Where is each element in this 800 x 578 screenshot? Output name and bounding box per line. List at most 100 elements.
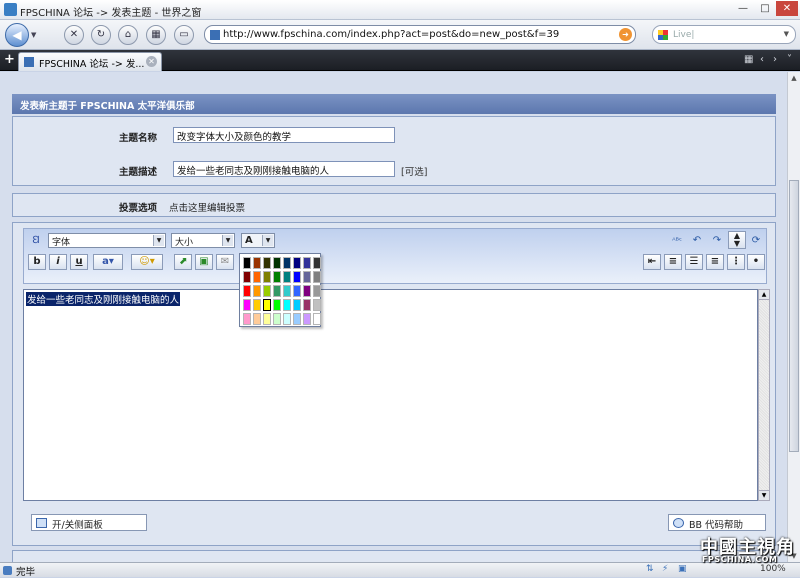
go-icon[interactable]: ➜ <box>619 28 632 41</box>
color-swatch[interactable] <box>263 313 271 325</box>
color-swatch[interactable] <box>243 285 251 297</box>
scroll-up-icon[interactable]: ▲ <box>759 290 769 300</box>
edit-poll-link[interactable]: 点击这里编辑投票 <box>169 200 245 214</box>
color-swatch[interactable] <box>313 257 321 269</box>
color-swatch[interactable] <box>283 285 291 297</box>
color-swatch[interactable] <box>303 271 311 283</box>
tab-list-icon[interactable]: ▦ <box>744 54 753 65</box>
color-swatch[interactable] <box>273 257 281 269</box>
size-select[interactable]: 大小 ▼ <box>171 233 235 248</box>
selected-text[interactable]: 发给一些老同志及刚刚接触电脑的人 <box>26 292 181 306</box>
emoticon-button[interactable]: ☺▾ <box>131 254 163 270</box>
insert-email-icon[interactable]: ✉ <box>216 254 234 270</box>
font-select[interactable]: 字体 ▼ <box>48 233 166 248</box>
tab-menu-chevron-icon[interactable]: ˅ <box>787 54 792 65</box>
close-tab-icon[interactable]: ✕ <box>146 56 157 67</box>
color-swatch[interactable] <box>313 271 321 283</box>
color-swatch[interactable] <box>243 271 251 283</box>
resize-editor-icon[interactable]: ▲ ▼ <box>728 231 746 249</box>
color-swatch[interactable] <box>283 299 291 311</box>
minimize-button[interactable]: — <box>732 1 754 16</box>
color-swatch[interactable] <box>303 313 311 325</box>
tab-scroll-left-icon[interactable]: ‹ <box>760 54 764 65</box>
color-swatch[interactable] <box>273 271 281 283</box>
color-swatch[interactable] <box>283 271 291 283</box>
insert-link-icon[interactable]: ⬈ <box>174 254 192 270</box>
address-bar[interactable]: http://www.fpschina.com/index.php?act=po… <box>204 25 636 44</box>
grid-view-button[interactable]: ▦ <box>146 25 166 45</box>
maximize-button[interactable]: □ <box>754 1 776 16</box>
font-color-button[interactable]: A ▼ <box>241 233 275 248</box>
color-swatch[interactable] <box>253 285 261 297</box>
color-swatch[interactable] <box>313 299 321 311</box>
color-swatch[interactable] <box>253 313 261 325</box>
undo-icon[interactable]: ↶ <box>689 233 705 248</box>
toggle-side-panel-button[interactable]: 开/关侧面板 <box>31 514 147 531</box>
color-swatch[interactable] <box>293 299 301 311</box>
address-text[interactable]: http://www.fpschina.com/index.php?act=po… <box>223 29 559 40</box>
bold-button[interactable]: b <box>28 254 46 270</box>
color-swatch[interactable] <box>243 257 251 269</box>
zoom-level[interactable]: 100% <box>760 564 786 574</box>
color-swatch[interactable] <box>263 285 271 297</box>
align-right-icon[interactable]: ≡ <box>706 254 724 270</box>
color-swatch[interactable] <box>243 299 251 311</box>
search-dropdown-icon[interactable]: ▼ <box>784 30 789 38</box>
color-swatch[interactable] <box>283 313 291 325</box>
bullet-list-icon[interactable]: • <box>747 254 765 270</box>
network-icon[interactable]: ⇅ <box>646 564 654 574</box>
color-swatch[interactable] <box>293 257 301 269</box>
textarea-scrollbar[interactable]: ▲ ▼ <box>758 289 770 501</box>
screenshot-icon[interactable]: ▣ <box>678 564 687 574</box>
color-swatch[interactable] <box>263 257 271 269</box>
highlight-button[interactable]: a▾ <box>93 254 123 270</box>
close-window-button[interactable]: ✕ <box>776 1 798 16</box>
search-placeholder[interactable]: Live| <box>673 30 694 40</box>
topic-description-input[interactable]: 发给一些老同志及刚刚接触电脑的人 <box>173 161 395 177</box>
align-left-icon[interactable]: ≡ <box>664 254 682 270</box>
post-textarea[interactable]: 发给一些老同志及刚刚接触电脑的人 <box>23 289 758 501</box>
stop-button[interactable]: ✕ <box>64 25 84 45</box>
tab-scroll-right-icon[interactable]: › <box>773 54 777 65</box>
insert-image-icon[interactable]: ▣ <box>195 254 213 270</box>
color-swatch[interactable] <box>263 271 271 283</box>
color-swatch[interactable] <box>253 299 261 311</box>
numbered-list-icon[interactable]: ⋮ <box>727 254 745 270</box>
refresh-button[interactable]: ↻ <box>91 25 111 45</box>
bb-code-help-button[interactable]: BB 代码帮助 <box>668 514 766 531</box>
new-tab-plus-icon[interactable]: + <box>4 52 15 67</box>
back-button[interactable]: ◀ <box>5 23 29 47</box>
remove-format-icon[interactable]: Ꞛ <box>28 233 44 248</box>
color-swatch[interactable] <box>303 257 311 269</box>
search-box[interactable]: Live| ▼ <box>652 25 796 44</box>
color-swatch[interactable] <box>273 299 281 311</box>
color-swatch[interactable] <box>273 313 281 325</box>
outdent-icon[interactable]: ⇤ <box>643 254 661 270</box>
spellcheck-icon[interactable]: ᴬᴮᶜ <box>669 233 685 248</box>
home-button[interactable]: ⌂ <box>118 25 138 45</box>
color-swatch[interactable] <box>313 313 321 325</box>
tab-label[interactable]: FPSCHINA 论坛 -> 发... <box>39 56 144 70</box>
back-history-dropdown-icon[interactable]: ▼ <box>31 31 36 39</box>
switch-mode-icon[interactable]: ⟳ <box>748 233 764 248</box>
tab-fpschina[interactable]: FPSCHINA 论坛 -> 发... ✕ <box>18 52 162 71</box>
underline-button[interactable]: u <box>70 254 88 270</box>
color-swatch[interactable] <box>273 285 281 297</box>
align-center-icon[interactable]: ☰ <box>685 254 703 270</box>
topic-title-input[interactable]: 改变字体大小及颜色的教学 <box>173 127 395 143</box>
color-swatch[interactable] <box>253 257 261 269</box>
color-swatch[interactable] <box>293 271 301 283</box>
speed-icon[interactable]: ⚡ <box>662 564 668 574</box>
color-swatch[interactable] <box>303 299 311 311</box>
color-swatch[interactable] <box>262 298 272 312</box>
scrollbar-thumb[interactable] <box>789 180 799 452</box>
scroll-up-icon[interactable]: ▲ <box>789 73 799 83</box>
color-swatch[interactable] <box>243 313 251 325</box>
color-swatch[interactable] <box>253 271 261 283</box>
italic-button[interactable]: i <box>49 254 67 270</box>
layout-button[interactable]: ▭ <box>174 25 194 45</box>
color-swatch[interactable] <box>303 285 311 297</box>
color-swatch[interactable] <box>293 313 301 325</box>
color-swatch[interactable] <box>313 285 321 297</box>
scroll-down-icon[interactable]: ▼ <box>759 490 769 500</box>
